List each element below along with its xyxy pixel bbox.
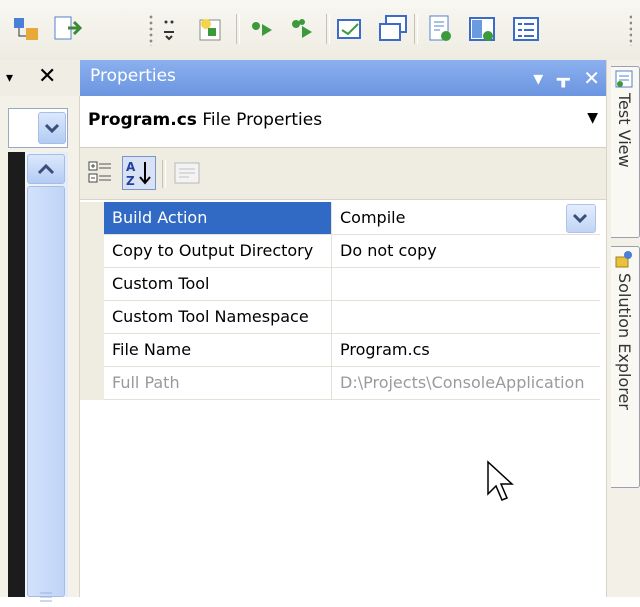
scroll-up-icon[interactable] [27, 154, 65, 184]
left-panel-close-icon[interactable]: ✕ [38, 64, 62, 90]
property-grid: Build Action Compile Copy to Output Dire… [80, 202, 600, 400]
property-row-custom-tool[interactable]: Custom Tool [80, 268, 600, 301]
dock-tab-label: Solution Explorer [615, 273, 634, 410]
test-view-icon [614, 69, 634, 89]
property-row-file-name[interactable]: File Name Program.cs [80, 334, 600, 367]
toolbar-grip[interactable] [148, 14, 154, 46]
categorized-icon[interactable] [84, 156, 118, 190]
property-name[interactable]: Build Action [104, 202, 332, 234]
properties-toolbar: AZ [80, 148, 606, 200]
overflow-icon[interactable] [160, 12, 194, 46]
dock-tab-solution-explorer[interactable]: Solution Explorer [611, 246, 640, 488]
vertical-scrollbar[interactable] [25, 152, 68, 602]
close-icon[interactable]: ✕ [583, 62, 600, 94]
properties-title: Properties [90, 66, 176, 86]
property-name[interactable]: Copy to Output Directory [104, 235, 332, 267]
new-item-icon[interactable] [194, 12, 228, 46]
object-name: Program.cs [88, 110, 197, 130]
mouse-cursor-icon [486, 460, 516, 506]
property-value[interactable]: Compile [332, 202, 600, 234]
property-row-build-action[interactable]: Build Action Compile [80, 202, 600, 235]
layout-icon[interactable] [466, 12, 500, 46]
property-value[interactable]: Do not copy [332, 235, 600, 267]
toolbar-grip-right[interactable] [628, 14, 632, 46]
property-name[interactable]: Custom Tool [104, 268, 332, 300]
chevron-down-icon[interactable] [566, 204, 596, 233]
property-value[interactable]: D:\Projects\ConsoleApplication [332, 367, 600, 399]
property-name[interactable]: File Name [104, 334, 332, 366]
dock-tab-test-view[interactable]: Test View [611, 66, 640, 238]
property-value-text: Compile [340, 208, 406, 227]
left-panel-list[interactable] [8, 152, 68, 602]
object-selector[interactable]: Program.cs File Properties ▼ [80, 96, 606, 148]
chevron-down-icon[interactable]: ▼ [587, 110, 598, 126]
alphabetical-icon[interactable]: AZ [122, 156, 156, 190]
property-value[interactable] [332, 301, 600, 333]
left-panel-header: ▾ ✕ [0, 60, 80, 96]
dock-tab-label: Test View [615, 93, 634, 168]
window-icon[interactable] [334, 12, 368, 46]
step-into-icon[interactable] [246, 12, 280, 46]
property-row-custom-tool-namespace[interactable]: Custom Tool Namespace [80, 301, 600, 334]
scrollbar-thumb[interactable] [27, 186, 65, 602]
property-row-copy-to-output[interactable]: Copy to Output Directory Do not copy [80, 235, 600, 268]
left-panel: ▾ ✕ [0, 60, 80, 602]
left-panel-combo[interactable] [8, 108, 68, 148]
property-name[interactable]: Custom Tool Namespace [104, 301, 332, 333]
tree-icon[interactable] [10, 12, 44, 46]
list-view-icon[interactable] [510, 12, 544, 46]
auto-hide-pin-icon[interactable]: ᚁ [557, 62, 570, 94]
document-icon[interactable] [424, 12, 458, 46]
properties-window: Properties ▾ ᚁ ✕ Program.cs File Propert… [80, 60, 606, 597]
window-position-dropdown-icon[interactable]: ▾ [533, 62, 543, 94]
svg-text:A: A [126, 160, 136, 174]
properties-title-bar[interactable]: Properties ▾ ᚁ ✕ [80, 60, 606, 96]
object-type: File Properties [202, 110, 323, 130]
chevron-down-icon[interactable] [38, 112, 66, 144]
step-over-icon[interactable] [286, 12, 320, 46]
property-value[interactable] [332, 268, 600, 300]
dock-strip: Test View Solution Explorer [606, 60, 640, 597]
svg-text:Z: Z [126, 174, 135, 188]
export-icon[interactable] [50, 12, 84, 46]
property-row-full-path[interactable]: Full Path D:\Projects\ConsoleApplication [80, 367, 600, 400]
left-panel-dropdown-icon[interactable]: ▾ [6, 70, 13, 86]
property-pages-icon[interactable] [170, 156, 204, 190]
main-toolbar [0, 0, 640, 60]
property-value[interactable]: Program.cs [332, 334, 600, 366]
property-name[interactable]: Full Path [104, 367, 332, 399]
windows-icon[interactable] [376, 12, 410, 46]
solution-explorer-icon [614, 249, 634, 269]
